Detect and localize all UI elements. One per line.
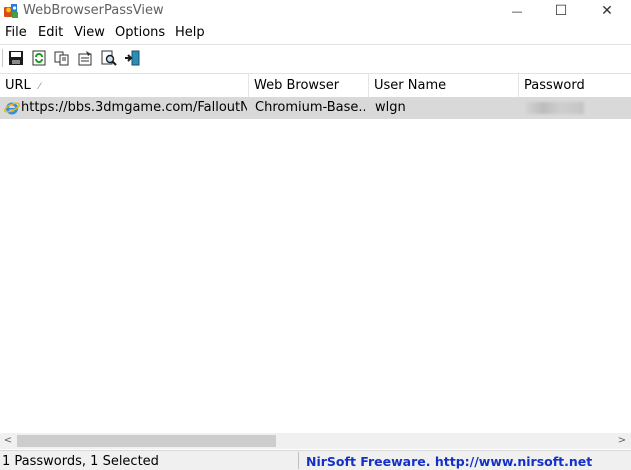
close-icon: ✕: [601, 3, 613, 19]
refresh-icon: [32, 50, 46, 66]
toolbar-separator: [2, 49, 3, 67]
nirsoft-link[interactable]: NirSoft Freeware. http://www.nirsoft.net: [306, 454, 592, 469]
menu-view[interactable]: View: [74, 25, 105, 40]
toolbar: [0, 44, 631, 74]
column-url-label: URL: [5, 78, 31, 93]
list-header: URL ⁄ Web Browser User Name Password: [0, 74, 631, 97]
properties-icon: [78, 51, 92, 66]
status-summary: 1 Passwords, 1 Selected: [2, 454, 159, 469]
minimize-icon: —: [511, 4, 523, 18]
exit-icon: [125, 50, 140, 66]
column-password-label: Password: [524, 78, 585, 93]
minimize-button[interactable]: —: [494, 0, 540, 22]
column-web-browser-label: Web Browser: [254, 78, 340, 93]
password-cell: [526, 102, 584, 114]
browser-cell: Chromium-Base...: [255, 100, 365, 115]
exit-button[interactable]: [123, 49, 141, 67]
column-password[interactable]: Password: [519, 74, 631, 97]
refresh-button[interactable]: [30, 49, 48, 67]
column-url[interactable]: URL ⁄: [0, 74, 249, 97]
copy-button[interactable]: [53, 49, 71, 67]
status-bar: 1 Passwords, 1 Selected NirSoft Freeware…: [0, 450, 631, 470]
find-icon: [101, 50, 117, 66]
scrollbar-thumb[interactable]: [17, 435, 276, 447]
scroll-left-arrow[interactable]: <: [0, 433, 16, 449]
menu-help[interactable]: Help: [175, 25, 205, 40]
menu-options[interactable]: Options: [115, 25, 165, 40]
copy-icon: [54, 51, 69, 66]
maximize-button[interactable]: ☐: [538, 0, 584, 22]
horizontal-scrollbar[interactable]: < >: [0, 433, 631, 449]
scroll-right-arrow[interactable]: >: [614, 433, 630, 449]
title-bar[interactable]: WebBrowserPassView — ☐ ✕: [0, 0, 631, 22]
window-title: WebBrowserPassView: [23, 3, 164, 18]
sort-indicator: ⁄: [38, 82, 41, 92]
password-list[interactable]: https://bbs.3dmgame.com/FalloutNe... Chr…: [0, 97, 631, 433]
username-cell: wlgn: [375, 100, 406, 115]
find-button[interactable]: [100, 49, 118, 67]
menu-edit[interactable]: Edit: [38, 25, 63, 40]
menu-bar: File Edit View Options Help: [0, 23, 631, 43]
save-button[interactable]: [7, 49, 25, 67]
column-user-name[interactable]: User Name: [369, 74, 519, 97]
column-user-name-label: User Name: [374, 78, 447, 93]
internet-explorer-icon: [3, 100, 21, 116]
save-icon: [9, 51, 23, 65]
column-web-browser[interactable]: Web Browser: [249, 74, 369, 97]
maximize-icon: ☐: [554, 3, 568, 19]
status-divider: [298, 452, 299, 469]
close-button[interactable]: ✕: [584, 0, 630, 22]
table-row[interactable]: https://bbs.3dmgame.com/FalloutNe... Chr…: [0, 97, 631, 119]
menu-file[interactable]: File: [5, 25, 27, 40]
url-cell: https://bbs.3dmgame.com/FalloutNe...: [21, 100, 247, 115]
properties-button[interactable]: [76, 49, 94, 67]
app-icon: [3, 3, 19, 19]
